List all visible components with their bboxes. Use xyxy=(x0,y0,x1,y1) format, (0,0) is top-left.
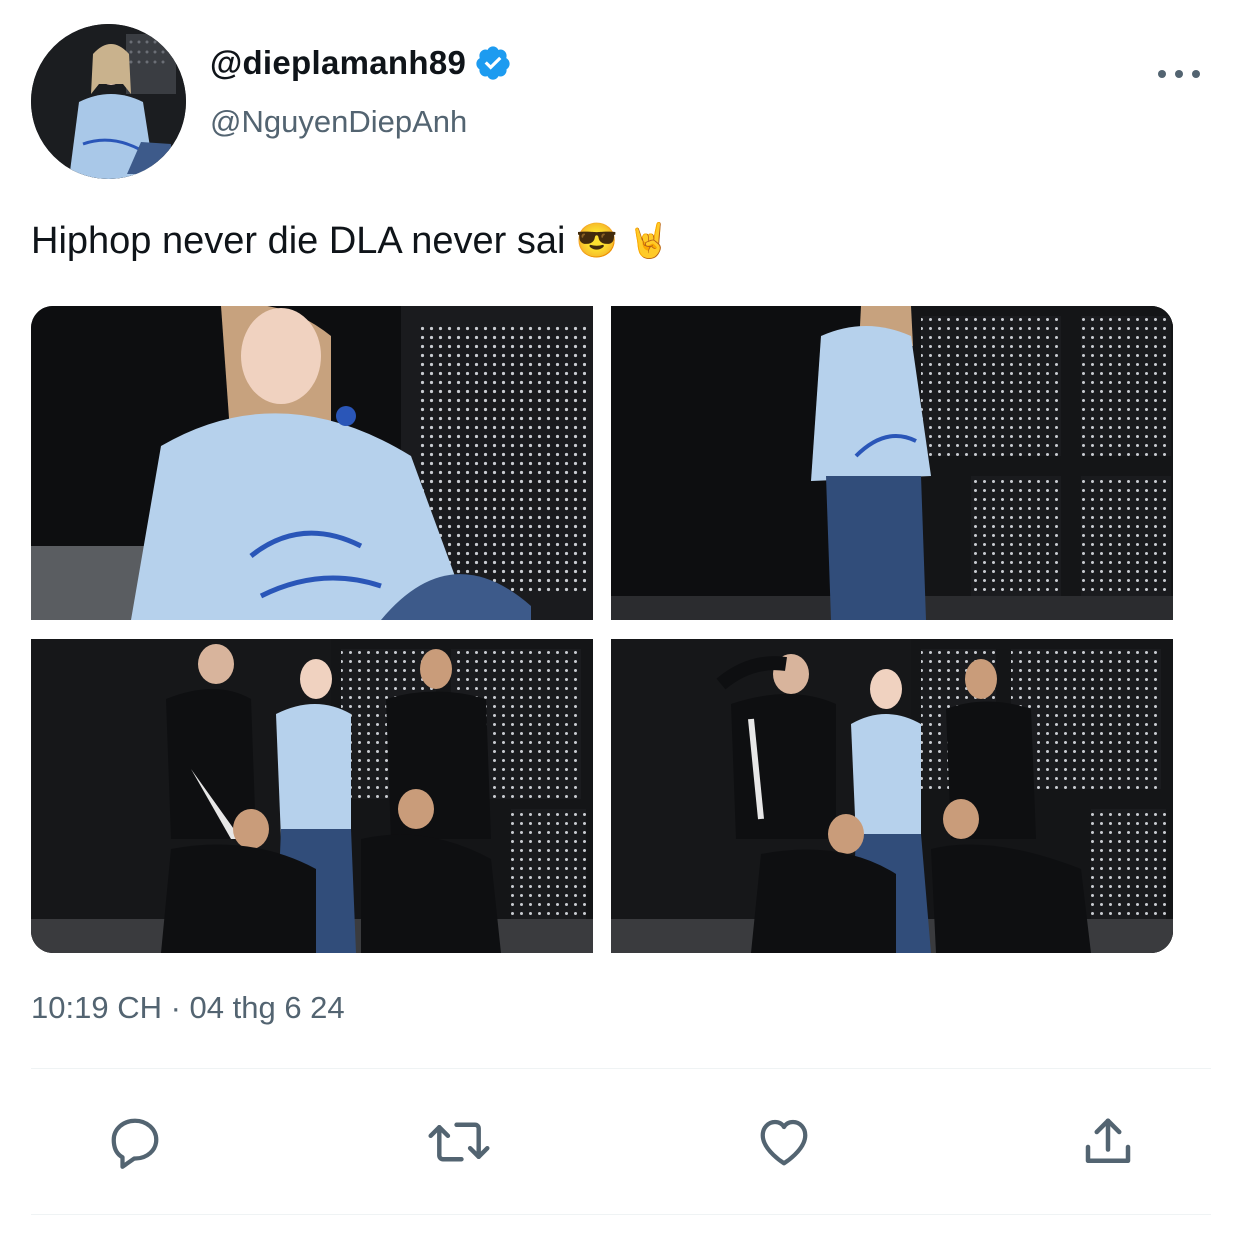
share-button[interactable] xyxy=(1076,1110,1140,1174)
divider xyxy=(31,1068,1211,1069)
retweet-icon xyxy=(428,1122,490,1162)
reply-button[interactable] xyxy=(103,1110,167,1174)
more-options-button[interactable] xyxy=(1158,60,1200,88)
rock-on-emoji-icon: 🤘 xyxy=(627,222,671,260)
avatar[interactable] xyxy=(31,24,186,179)
action-bar xyxy=(0,1110,1242,1174)
photo-3-image xyxy=(31,639,593,953)
photo-2-image xyxy=(611,306,1173,620)
tweet-photo-4[interactable] xyxy=(611,639,1173,953)
tweet-text: Hiphop never die DLA never sai 😎 🤘 xyxy=(31,216,670,266)
tweet-photo-2[interactable] xyxy=(611,306,1173,620)
retweet-button[interactable] xyxy=(427,1110,491,1174)
sunglasses-emoji-icon: 😎 xyxy=(575,222,618,260)
photo-1-image xyxy=(31,306,593,620)
verified-badge-icon xyxy=(476,46,510,80)
tweet-body: Hiphop never die DLA never sai xyxy=(31,220,566,262)
more-dot xyxy=(1175,70,1183,78)
tweet-photo-3[interactable] xyxy=(31,639,593,953)
more-dot xyxy=(1192,70,1200,78)
user-handle[interactable]: @NguyenDiepAnh xyxy=(210,104,467,140)
more-horizontal-icon xyxy=(1158,70,1166,78)
display-name[interactable]: @dieplamanh89 xyxy=(210,44,512,82)
media-grid xyxy=(31,306,1173,953)
avatar-image xyxy=(31,24,186,179)
heart-icon xyxy=(760,1119,808,1166)
share-icon xyxy=(1085,1118,1131,1163)
like-button[interactable] xyxy=(752,1110,816,1174)
photo-4-image xyxy=(611,639,1173,953)
display-name-text: @dieplamanh89 xyxy=(210,44,467,81)
divider xyxy=(31,1214,1211,1215)
reply-icon xyxy=(111,1118,159,1169)
tweet-photo-1[interactable] xyxy=(31,306,593,620)
tweet-timestamp[interactable]: 10:19 CH · 04 thg 6 24 xyxy=(31,990,345,1026)
